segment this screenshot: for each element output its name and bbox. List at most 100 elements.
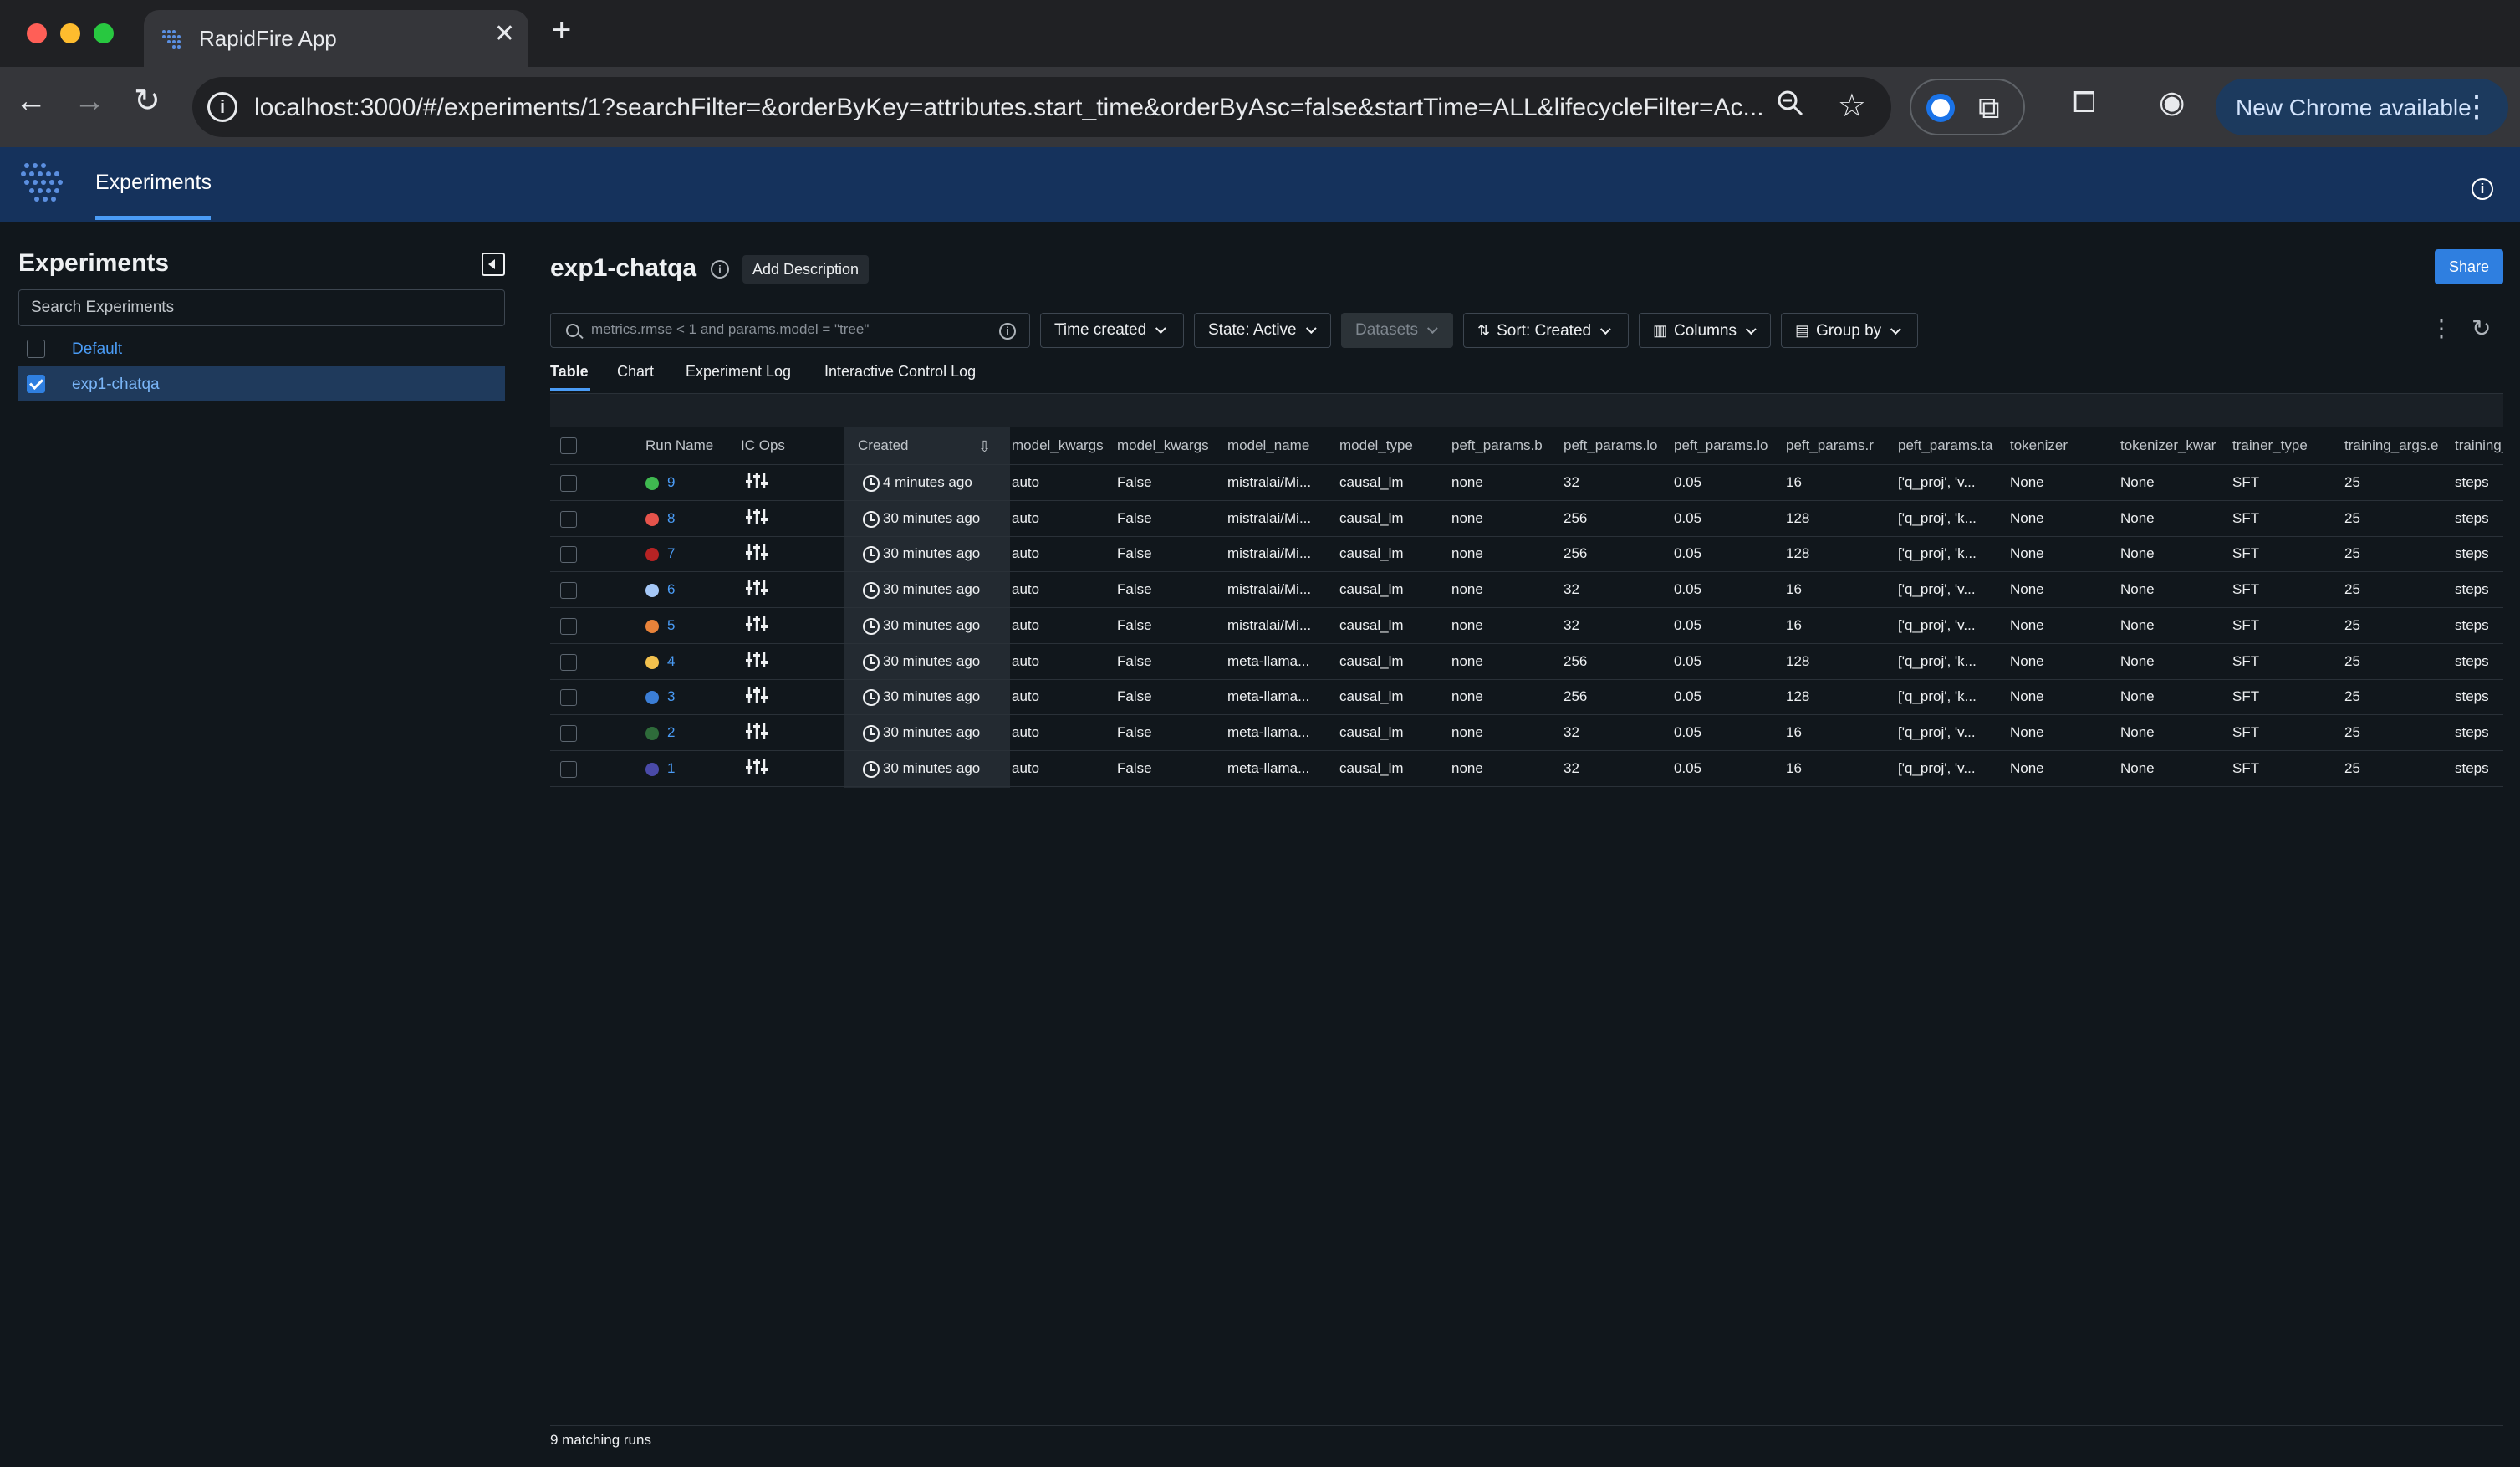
experiment-info-icon[interactable]: i: [711, 260, 729, 279]
datasets-dropdown[interactable]: Datasets: [1341, 313, 1453, 348]
column-header[interactable]: peft_params.lo: [1564, 427, 1666, 465]
run-name-link[interactable]: 6: [667, 572, 675, 607]
column-header-ic-ops[interactable]: IC Ops: [741, 427, 833, 465]
time-created-dropdown[interactable]: Time created: [1040, 313, 1184, 348]
ic-ops-sliders-icon[interactable]: [746, 536, 768, 572]
state-dropdown[interactable]: State: Active: [1194, 313, 1331, 348]
search-experiments-input[interactable]: [31, 299, 491, 317]
experiment-item-exp1-chatqa[interactable]: exp1-chatqa: [18, 366, 505, 401]
table-row[interactable]: 8 30 minutes ago auto False mistralai/Mi... c…: [550, 501, 2503, 537]
table-row[interactable]: 9 4 minutes ago auto False mistralai/Mi... ca…: [550, 465, 2503, 501]
ic-ops-sliders-icon[interactable]: [746, 644, 768, 680]
column-header[interactable]: peft_params.r: [1786, 427, 1888, 465]
ic-ops-sliders-icon[interactable]: [746, 715, 768, 751]
run-search-input[interactable]: [591, 321, 976, 338]
run-name-link[interactable]: 3: [667, 679, 675, 714]
column-header[interactable]: trainer_type: [2232, 427, 2336, 465]
nav-experiments[interactable]: Experiments: [95, 171, 212, 195]
back-arrow-icon[interactable]: ←: [15, 85, 47, 117]
run-name-link[interactable]: 1: [667, 751, 675, 786]
ic-ops-sliders-icon[interactable]: [746, 572, 768, 608]
row-checkbox[interactable]: [560, 724, 577, 742]
search-help-icon[interactable]: i: [999, 323, 1016, 340]
column-header[interactable]: peft_params.b: [1451, 427, 1555, 465]
share-button[interactable]: Share: [2435, 249, 2503, 284]
chrome-menu-icon[interactable]: ⋮: [2461, 89, 2492, 124]
column-header[interactable]: tokenizer_kwar: [2120, 427, 2219, 465]
sort-dropdown[interactable]: ⇅ Sort: Created: [1463, 313, 1629, 348]
row-checkbox[interactable]: [560, 689, 577, 707]
rapidfire-logo-icon[interactable]: [18, 159, 67, 209]
new-tab-button[interactable]: +: [552, 13, 571, 47]
search-experiments-field[interactable]: [18, 289, 505, 326]
ic-ops-sliders-icon[interactable]: [746, 501, 768, 537]
row-checkbox[interactable]: [560, 475, 577, 492]
table-row[interactable]: 2 30 minutes ago auto False meta-llama... cau…: [550, 715, 2503, 751]
run-name-link[interactable]: 4: [667, 644, 675, 679]
column-header[interactable]: training_: [2455, 427, 2503, 465]
extensions-puzzle-icon[interactable]: ⧉: [1978, 90, 2000, 126]
browser-tab[interactable]: RapidFire App ✕: [144, 10, 528, 67]
cast-icon[interactable]: ⧠: [2072, 87, 2096, 117]
window-minimize-button[interactable]: [60, 23, 80, 43]
column-header[interactable]: tokenizer: [2010, 427, 2114, 465]
run-name-link[interactable]: 8: [667, 501, 675, 536]
row-checkbox[interactable]: [560, 510, 577, 528]
tab-chart[interactable]: Chart: [617, 363, 654, 381]
ic-ops-sliders-icon[interactable]: [746, 679, 768, 715]
window-close-button[interactable]: [27, 23, 47, 43]
row-checkbox[interactable]: [560, 546, 577, 564]
chrome-update-button[interactable]: New Chrome available ⋮: [2216, 79, 2508, 135]
window-maximize-button[interactable]: [94, 23, 114, 43]
table-row[interactable]: 3 30 minutes ago auto False meta-llama... cau…: [550, 679, 2503, 716]
table-row[interactable]: 1 30 minutes ago auto False meta-llama... cau…: [550, 751, 2503, 787]
collapse-sidebar-icon[interactable]: [482, 253, 505, 276]
sort-descending-icon[interactable]: ⇩: [978, 438, 991, 456]
columns-dropdown[interactable]: ▥ Columns: [1639, 313, 1771, 348]
refresh-icon[interactable]: ↻: [2472, 314, 2491, 342]
url-text[interactable]: localhost:3000/#/experiments/1?searchFil…: [254, 94, 1776, 122]
experiment-item-default[interactable]: Default: [18, 331, 505, 366]
group-by-dropdown[interactable]: ▤ Group by: [1781, 313, 1918, 348]
row-checkbox[interactable]: [560, 760, 577, 778]
column-header[interactable]: model_type: [1339, 427, 1445, 465]
address-bar[interactable]: i localhost:3000/#/experiments/1?searchF…: [192, 77, 1891, 137]
row-checkbox[interactable]: [560, 582, 577, 600]
column-header[interactable]: model_kwargs: [1012, 427, 1115, 465]
column-header[interactable]: model_kwargs: [1117, 427, 1221, 465]
experiment-checkbox[interactable]: [27, 375, 45, 393]
column-header[interactable]: model_name: [1227, 427, 1333, 465]
table-row[interactable]: 4 30 minutes ago auto False meta-llama... cau…: [550, 644, 2503, 680]
tab-experiment-log[interactable]: Experiment Log: [686, 363, 791, 381]
info-icon[interactable]: i: [2472, 178, 2493, 200]
run-name-link[interactable]: 2: [667, 715, 675, 750]
table-row[interactable]: 6 30 minutes ago auto False mistralai/Mi... c…: [550, 572, 2503, 609]
select-all-checkbox[interactable]: [560, 437, 577, 454]
table-row[interactable]: 5 30 minutes ago auto False mistralai/Mi... c…: [550, 608, 2503, 644]
ic-ops-sliders-icon[interactable]: [746, 608, 768, 644]
profile-icon[interactable]: ◉: [2159, 87, 2185, 117]
column-header[interactable]: peft_params.lo: [1674, 427, 1778, 465]
tab-interactive-control-log[interactable]: Interactive Control Log: [824, 363, 976, 381]
tab-table[interactable]: Table: [550, 363, 589, 381]
column-header[interactable]: training_args.e: [2344, 427, 2448, 465]
column-header-created[interactable]: Created: [858, 427, 967, 465]
run-name-link[interactable]: 7: [667, 536, 675, 571]
run-name-link[interactable]: 5: [667, 608, 675, 643]
column-header[interactable]: peft_params.ta: [1898, 427, 2002, 465]
row-checkbox[interactable]: [560, 653, 577, 671]
experiment-name[interactable]: Default: [72, 340, 122, 359]
run-search-field[interactable]: i: [550, 313, 1030, 348]
experiment-checkbox[interactable]: [27, 340, 45, 358]
experiment-name[interactable]: exp1-chatqa: [72, 376, 160, 394]
run-name-link[interactable]: 9: [667, 465, 675, 500]
ic-ops-sliders-icon[interactable]: [746, 751, 768, 787]
row-checkbox[interactable]: [560, 617, 577, 635]
reload-icon[interactable]: ↻: [134, 85, 161, 117]
add-description-button[interactable]: Add Description: [742, 255, 870, 284]
column-header-run-name[interactable]: Run Name: [645, 427, 737, 465]
close-tab-icon[interactable]: ✕: [494, 22, 515, 47]
site-info-icon[interactable]: i: [207, 92, 237, 122]
ic-ops-sliders-icon[interactable]: [746, 465, 768, 501]
table-row[interactable]: 7 30 minutes ago auto False mistralai/Mi... c…: [550, 536, 2503, 573]
